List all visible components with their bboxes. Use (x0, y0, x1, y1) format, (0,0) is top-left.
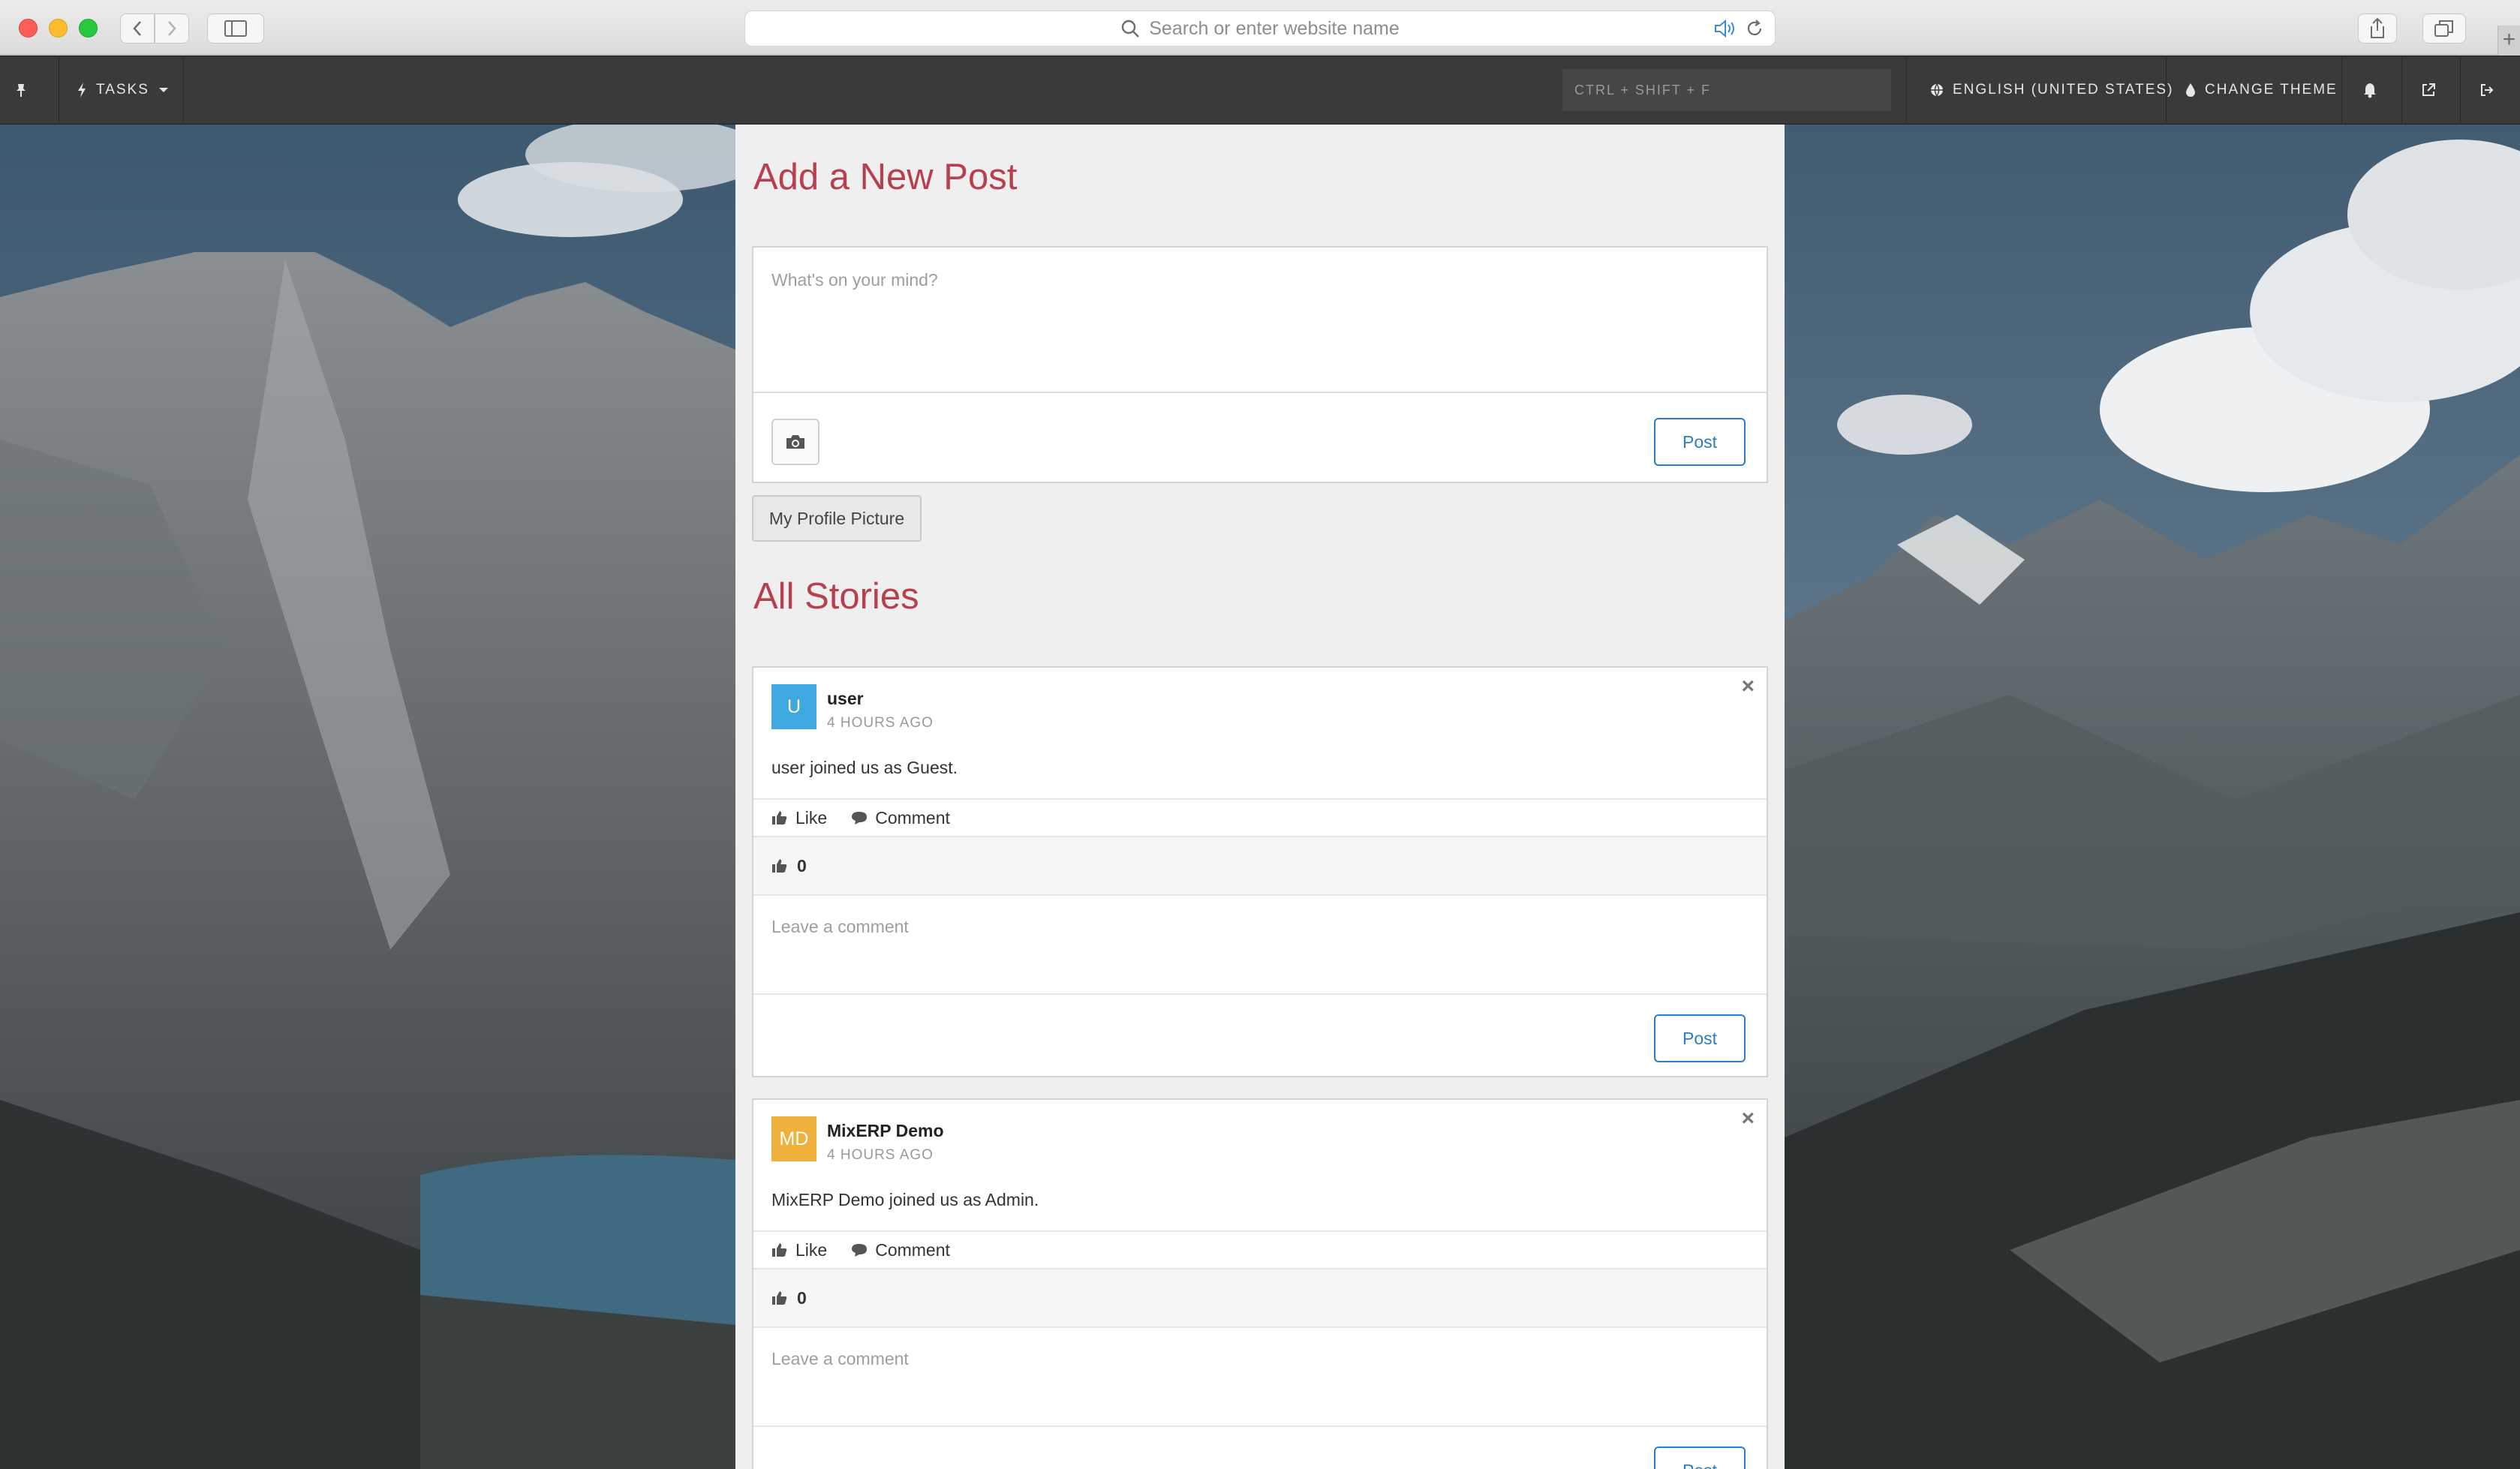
pin-icon (17, 84, 26, 97)
like-count: 0 (753, 1269, 1767, 1328)
sign-out-button[interactable] (2479, 56, 2494, 124)
story-card: MD MixERP Demo 4 HOURS AGO × MixERP Demo… (752, 1098, 1768, 1469)
app-navbar: TASKS CTRL + SHIFT + F ENGLISH (UNITED S… (0, 56, 2520, 124)
speaker-icon[interactable] (1713, 19, 1737, 38)
main-content: Add a New Post What's on your mind? Post… (735, 125, 1785, 1469)
back-button[interactable] (120, 14, 155, 44)
language-selector[interactable]: ENGLISH (UNITED STATES) (1930, 56, 2173, 124)
avatar[interactable]: U (771, 684, 816, 729)
comment-placeholder: Leave a comment (771, 917, 909, 936)
tasks-menu[interactable]: TASKS (77, 56, 169, 124)
like-count-value: 0 (797, 1287, 807, 1308)
change-theme-button[interactable]: CHANGE THEME (2185, 56, 2338, 124)
forward-button[interactable] (155, 14, 189, 44)
theme-label: CHANGE THEME (2205, 82, 2338, 98)
browser-toolbar: Search or enter website name + (0, 0, 2520, 56)
like-count-value: 0 (797, 855, 807, 876)
comment-placeholder: Leave a comment (771, 1349, 909, 1368)
close-window-button[interactable] (19, 19, 38, 38)
my-profile-picture-button[interactable]: My Profile Picture (752, 495, 922, 542)
chevron-left-icon (133, 21, 141, 36)
new-tab-button[interactable]: + (2497, 26, 2520, 56)
external-link-icon (2422, 83, 2435, 96)
comment-post-button[interactable]: Post (1654, 1446, 1746, 1469)
all-stories-heading: All Stories (753, 576, 919, 617)
share-icon (2371, 17, 2384, 38)
like-button[interactable]: Like (771, 808, 827, 828)
close-icon[interactable]: × (1741, 1106, 1755, 1131)
thumbs-up-icon (772, 811, 787, 825)
search-icon (1122, 20, 1140, 38)
thumbs-up-icon (772, 859, 787, 873)
post-time: 4 HOURS AGO (827, 715, 934, 731)
comment-input[interactable]: Leave a comment (753, 896, 1767, 995)
comment-button[interactable]: Comment (851, 808, 950, 828)
caret-down-icon (158, 88, 168, 92)
lightning-icon (78, 83, 86, 98)
thumbs-up-icon (772, 1243, 787, 1257)
close-icon[interactable]: × (1741, 674, 1755, 699)
share-button[interactable] (2358, 14, 2397, 44)
comment-label: Comment (875, 807, 950, 828)
attach-photo-button[interactable] (771, 419, 819, 465)
address-bar[interactable]: Search or enter website name (744, 11, 1776, 47)
avatar[interactable]: MD (771, 1116, 816, 1161)
sidebar-icon (224, 20, 247, 37)
language-label: ENGLISH (UNITED STATES) (1953, 82, 2174, 98)
tab-overview-button[interactable] (2422, 14, 2466, 44)
like-count: 0 (753, 837, 1767, 896)
comment-input[interactable]: Leave a comment (753, 1328, 1767, 1427)
like-label: Like (795, 1239, 828, 1260)
address-placeholder: Search or enter website name (1149, 17, 1400, 39)
author-name[interactable]: user (827, 689, 934, 709)
droplet-icon (2186, 83, 2195, 97)
comment-icon (852, 812, 868, 825)
chevron-right-icon (168, 21, 176, 36)
post-button[interactable]: Post (1654, 418, 1746, 466)
shortcut-placeholder: CTRL + SHIFT + F (1574, 82, 1712, 98)
global-search-input[interactable]: CTRL + SHIFT + F (1562, 69, 1891, 111)
bell-icon (2364, 83, 2376, 98)
post-textarea[interactable]: What's on your mind? (753, 248, 1767, 393)
comment-post-button[interactable]: Post (1654, 1014, 1746, 1062)
reload-icon[interactable] (1745, 19, 1764, 38)
story-message: MixERP Demo joined us as Admin. (771, 1190, 1039, 1209)
post-placeholder: What's on your mind? (771, 270, 938, 290)
post-time: 4 HOURS AGO (827, 1147, 934, 1163)
tabs-icon (2434, 20, 2453, 37)
story-message: user joined us as Guest. (771, 758, 958, 777)
notifications-button[interactable] (2362, 56, 2377, 124)
like-label: Like (795, 807, 828, 828)
comment-label: Comment (875, 1239, 950, 1260)
comment-button[interactable]: Comment (851, 1240, 950, 1260)
story-card: U user 4 HOURS AGO × user joined us as G… (752, 666, 1768, 1077)
author-name[interactable]: MixERP Demo (827, 1121, 944, 1141)
sidebar-toggle-button[interactable] (207, 14, 264, 44)
like-button[interactable]: Like (771, 1240, 827, 1260)
thumbs-up-icon (772, 1291, 787, 1305)
camera-icon (786, 435, 804, 449)
sign-out-icon (2481, 84, 2494, 96)
pin-button[interactable] (15, 56, 27, 124)
add-post-heading: Add a New Post (753, 157, 1018, 197)
globe-icon (1931, 83, 1943, 97)
fullscreen-window-button[interactable] (79, 19, 98, 38)
background-mountain-left (0, 125, 735, 1469)
minimize-window-button[interactable] (49, 19, 68, 38)
comment-icon (852, 1244, 868, 1257)
new-post-composer: What's on your mind? Post (752, 246, 1768, 483)
open-external-button[interactable] (2421, 56, 2436, 124)
tasks-label: TASKS (96, 82, 149, 98)
background-mountain-right (1785, 125, 2520, 1469)
